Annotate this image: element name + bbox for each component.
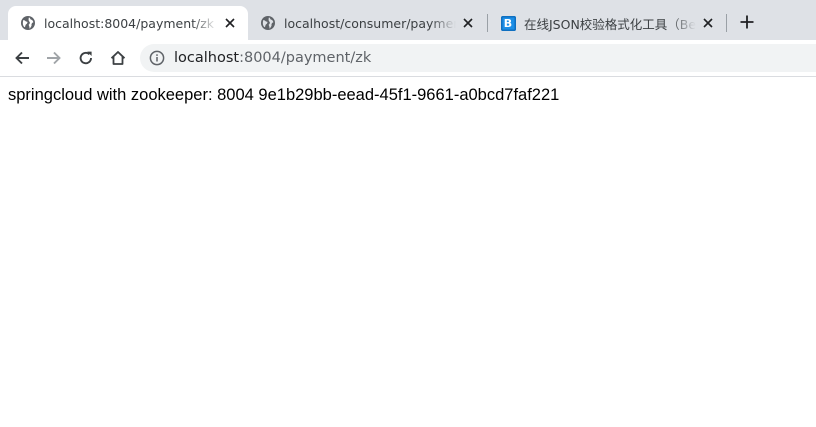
globe-icon [20, 15, 36, 31]
tab-bejson[interactable]: B 在线JSON校验格式化工具（Be JSON） [488, 6, 726, 40]
tab-title: 在线JSON校验格式化工具（Be JSON） [524, 16, 696, 32]
reload-icon [79, 51, 92, 65]
back-button[interactable] [9, 45, 35, 71]
url-path: :8004/payment/zk [239, 50, 372, 66]
arrow-left-icon [15, 51, 29, 65]
globe-icon [260, 15, 276, 31]
reload-button[interactable] [73, 45, 99, 71]
arrow-right-icon [47, 51, 61, 65]
browser-toolbar: localhost:8004/payment/zk [0, 40, 816, 77]
url-host: localhost [174, 50, 240, 66]
close-tab-icon[interactable] [222, 15, 238, 31]
forward-button[interactable] [41, 45, 67, 71]
info-icon[interactable] [149, 50, 165, 66]
close-tab-icon[interactable] [460, 15, 476, 31]
new-tab-button[interactable] [736, 11, 758, 33]
address-bar[interactable]: localhost:8004/payment/zk [140, 44, 816, 72]
tab-separator [726, 14, 727, 32]
tab-consumer-payment-zk[interactable]: localhost/consumer/payment/zk [248, 6, 486, 40]
response-text: springcloud with zookeeper: 8004 9e1b29b… [8, 86, 560, 104]
tab-payment-zk[interactable]: localhost:8004/payment/zk [8, 6, 248, 40]
close-tab-icon[interactable] [700, 15, 716, 31]
tab-title: localhost/consumer/payment/zk [284, 15, 456, 31]
plus-icon [740, 15, 754, 29]
bejson-icon: B [500, 15, 516, 31]
url-text[interactable]: localhost:8004/payment/zk [174, 50, 371, 66]
tab-title: localhost:8004/payment/zk [44, 15, 215, 31]
home-button[interactable] [105, 45, 131, 71]
page-content: springcloud with zookeeper: 8004 9e1b29b… [8, 86, 559, 105]
home-icon [110, 51, 126, 65]
tab-strip: localhost:8004/payment/zk localhost/cons… [0, 0, 816, 40]
